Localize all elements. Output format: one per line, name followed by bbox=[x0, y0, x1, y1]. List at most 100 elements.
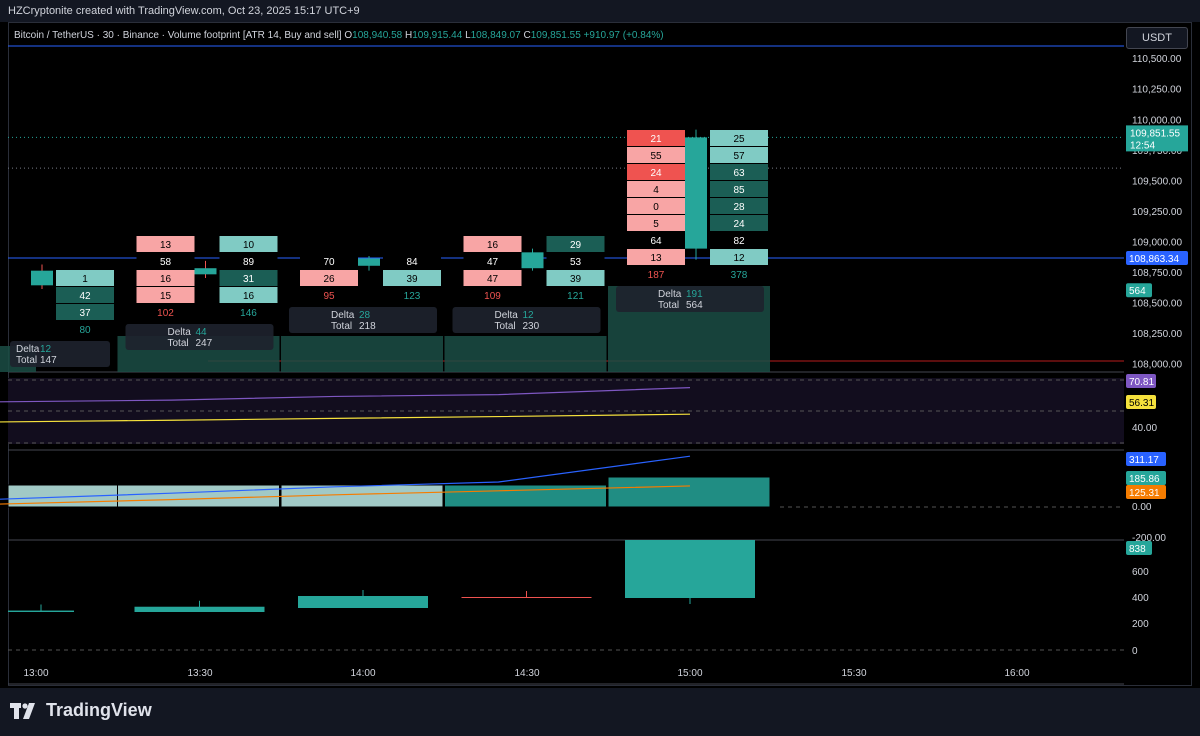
cvd-bar bbox=[117, 484, 280, 508]
footprint-sell-total: 102 bbox=[157, 308, 174, 319]
footer-bar bbox=[0, 688, 1200, 736]
footprint-buy-total: 123 bbox=[404, 291, 421, 302]
delta-value: 28 bbox=[359, 310, 371, 321]
footprint-buy-value: 28 bbox=[733, 202, 745, 213]
footprint-buy-value: 37 bbox=[79, 308, 91, 319]
footprint-sell-value: 26 bbox=[323, 274, 335, 285]
histogram-axis-label: 0 bbox=[1132, 646, 1138, 657]
close-value: 109,851.55 bbox=[530, 30, 581, 41]
rsi-band bbox=[8, 378, 1124, 444]
volume-price-label: 564 bbox=[1129, 286, 1146, 297]
footprint-sell-value: 70 bbox=[323, 257, 335, 268]
histogram-axis-label: 400 bbox=[1132, 593, 1149, 604]
footprint-sell-value: 47 bbox=[487, 274, 499, 285]
price-axis-label: 108,000.00 bbox=[1132, 359, 1182, 370]
footprint-buy-value: 39 bbox=[406, 274, 418, 285]
histogram-axis-label: 600 bbox=[1132, 567, 1149, 578]
price-axis-label: 110,500.00 bbox=[1132, 54, 1182, 65]
footprint-buy-value: 82 bbox=[733, 236, 745, 247]
cvd-ma-value-label: 125.31 bbox=[1129, 488, 1160, 499]
tradingview-logo: TradingView bbox=[10, 700, 152, 721]
footprint-sell-total: 109 bbox=[484, 291, 501, 302]
footprint-buy-value: 85 bbox=[733, 185, 745, 196]
last-price-label: 109,851.55 bbox=[1130, 128, 1180, 139]
footprint-buy-value: 10 bbox=[243, 240, 255, 251]
histogram-axis-label: 200 bbox=[1132, 619, 1149, 630]
footprint-buy-value: 24 bbox=[733, 219, 745, 230]
candle-body bbox=[521, 252, 544, 269]
low-value: 108,849.07 bbox=[470, 30, 521, 41]
footprint-buy-value: 25 bbox=[733, 134, 745, 145]
footprint-sell-value: 47 bbox=[487, 257, 499, 268]
footprint-sell-value: 5 bbox=[653, 219, 659, 230]
candle-body bbox=[194, 268, 217, 275]
footprint-buy-value: 12 bbox=[733, 253, 745, 264]
footprint-sell-value: 16 bbox=[487, 240, 499, 251]
delta-value: 12 bbox=[523, 310, 535, 321]
footprint-buy-value: 16 bbox=[243, 291, 255, 302]
total-label: Total bbox=[658, 300, 679, 311]
total-label: Total bbox=[168, 338, 189, 349]
delta-label: Delta bbox=[16, 344, 40, 355]
footprint-buy-value: 84 bbox=[406, 257, 418, 268]
time-axis-label: 14:30 bbox=[514, 668, 539, 679]
footprint-buy-value: 89 bbox=[243, 257, 255, 268]
price-axis-label: 109,000.00 bbox=[1132, 237, 1182, 248]
tradingview-wordmark: TradingView bbox=[46, 700, 152, 720]
total-value: 247 bbox=[196, 338, 213, 349]
footprint-buy-value: 42 bbox=[79, 291, 91, 302]
price-axis-label: 110,000.00 bbox=[1132, 115, 1182, 126]
price-axis-label: 109,500.00 bbox=[1132, 176, 1182, 187]
footprint-sell-total: 187 bbox=[648, 270, 665, 281]
footprint-sell-value: 24 bbox=[650, 168, 662, 179]
chart-canvas[interactable]: 110,500.00110,250.00110,000.00109,750.00… bbox=[0, 0, 1200, 736]
time-axis-label: 15:00 bbox=[677, 668, 702, 679]
footprint-sell-value: 64 bbox=[650, 236, 662, 247]
open-key: O bbox=[344, 30, 353, 41]
price-axis-label: 108,750.00 bbox=[1132, 268, 1182, 279]
total-value: 147 bbox=[40, 355, 57, 366]
footprint-sell-value: 21 bbox=[650, 134, 662, 145]
candle-body bbox=[358, 258, 380, 266]
footprint-sell-value: 58 bbox=[160, 257, 172, 268]
footprint-buy-value: 29 bbox=[570, 240, 582, 251]
price-axis-label: 108,500.00 bbox=[1132, 298, 1182, 309]
footprint-buy-value: 39 bbox=[570, 274, 582, 285]
footprint-buy-total: 146 bbox=[240, 308, 257, 319]
footprint-buy-value: 57 bbox=[733, 151, 745, 162]
delta-label: Delta bbox=[495, 310, 519, 321]
close-key: C bbox=[523, 30, 531, 41]
price-axis-label: 109,250.00 bbox=[1132, 207, 1182, 218]
total-label: Total bbox=[16, 355, 37, 366]
delta-label: Delta bbox=[331, 310, 355, 321]
footprint-sell-value: 0 bbox=[653, 202, 659, 213]
price-axis-label: 110,250.00 bbox=[1132, 85, 1182, 96]
time-axis-label: 16:00 bbox=[1004, 668, 1029, 679]
rsi-axis-label: 40.00 bbox=[1132, 423, 1157, 434]
cvd-axis-label: 0.00 bbox=[1132, 502, 1152, 513]
countdown-label: 12:54 bbox=[1130, 140, 1155, 151]
symbol-title: Bitcoin / TetherUS · 30 · Binance · Volu… bbox=[14, 30, 342, 41]
footprint-sell-value: 13 bbox=[160, 240, 172, 251]
delta-label: Delta bbox=[168, 327, 192, 338]
open-value: 108,940.58 bbox=[352, 30, 403, 41]
delta-value: 44 bbox=[196, 327, 208, 338]
footprint-sell-value: 4 bbox=[653, 185, 659, 196]
footprint-buy-value: 63 bbox=[733, 168, 745, 179]
cvd-total-label: 185.86 bbox=[1129, 474, 1160, 485]
total-label: Total bbox=[331, 321, 352, 332]
footprint-sell-value: 13 bbox=[650, 253, 662, 264]
currency-button[interactable]: USDT bbox=[1126, 27, 1188, 49]
symbol-legend: Bitcoin / TetherUS · 30 · Binance · Volu… bbox=[14, 30, 664, 41]
footprint-sell-value: 15 bbox=[160, 291, 172, 302]
tradingview-logo-icon bbox=[10, 702, 35, 719]
cvd-bar bbox=[607, 476, 771, 508]
high-value: 109,915.44 bbox=[412, 30, 463, 41]
footprint-buy-value: 31 bbox=[243, 274, 255, 285]
footprint-buy-value: 1 bbox=[82, 274, 88, 285]
delta-label: Delta bbox=[658, 289, 682, 300]
total-value: 218 bbox=[359, 321, 376, 332]
volume-area bbox=[281, 336, 443, 372]
time-axis-label: 13:30 bbox=[187, 668, 212, 679]
cvd-value-label: 311.17 bbox=[1129, 455, 1159, 466]
